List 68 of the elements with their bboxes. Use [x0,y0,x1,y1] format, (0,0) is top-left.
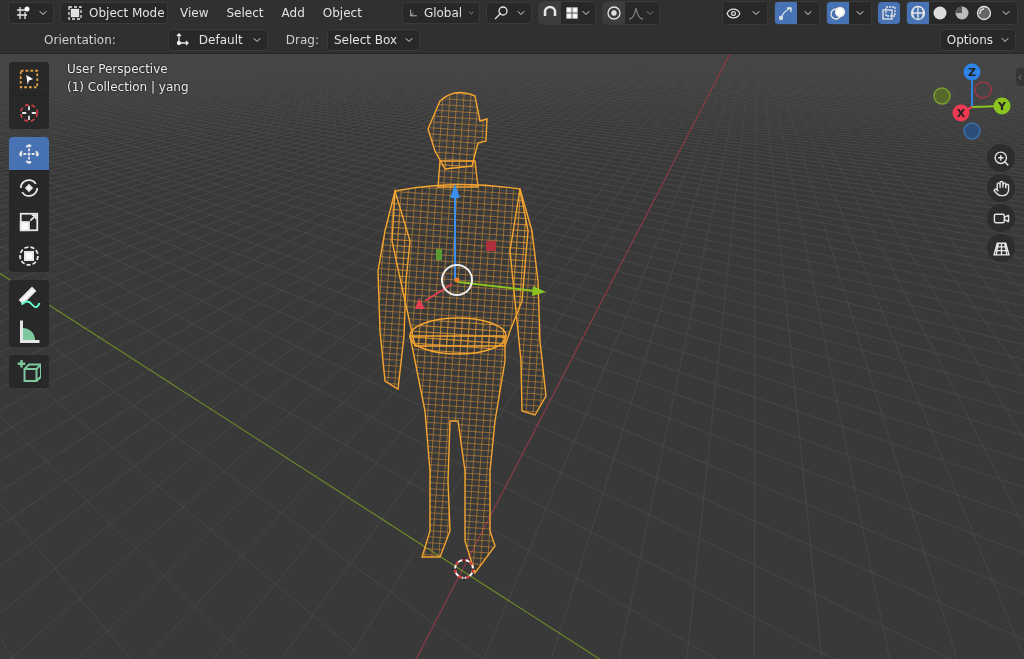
solid-sphere-icon [932,5,948,21]
drag-label: Drag: [285,32,319,47]
tool-button[interactable] [9,96,49,129]
menu-item[interactable]: Add [275,6,311,20]
rotate-icon [18,176,40,199]
chevron-icon [1016,72,1024,82]
material-sphere-icon [954,5,970,21]
drag-dropdown[interactable]: Select Box [327,28,421,51]
gizmos-toggle[interactable] [775,2,797,24]
axis-handle[interactable] [974,81,992,99]
rendered-sphere-icon [976,5,992,21]
overlays-icon [830,5,846,21]
gizmo-icon [778,5,794,21]
xray-toggle[interactable] [878,2,900,24]
transform-icon [18,244,40,267]
axis-handle[interactable]: Y [993,97,1011,115]
axis-handle[interactable] [933,87,951,105]
orientation-label: Orientation: [44,32,116,47]
falloff-curve-icon [627,5,644,21]
editor-type-button[interactable] [8,2,54,24]
proportional-toggle[interactable] [602,2,625,24]
orientation-dropdown[interactable]: Default [167,28,268,51]
tool-button[interactable] [9,314,49,347]
menu-item[interactable]: Object [316,6,368,20]
view-name: User Perspective [67,62,169,76]
ruler-icon [17,318,41,343]
tool-button[interactable] [9,62,49,95]
wireframe-sphere-icon [910,5,926,21]
gizmo-orientation-icon [174,31,191,48]
pencil-icon [17,284,41,309]
options-dropdown[interactable]: Options [939,28,1016,51]
overlays-toggle[interactable] [827,2,849,24]
tool-button[interactable] [9,239,49,272]
pivot-dropdown[interactable] [485,2,532,24]
pan-button[interactable] [987,174,1015,202]
xray-icon [881,5,897,21]
hand-icon [992,179,1010,197]
tool-button[interactable] [9,355,49,388]
snap-toggle[interactable] [538,2,561,24]
select-box-icon [18,67,40,90]
zoom-button[interactable] [987,144,1015,172]
tool-button[interactable] [9,205,49,238]
eye-icon [726,5,742,21]
mode-dropdown[interactable]: Object Mode [60,2,168,24]
cursor-icon [18,101,40,124]
tool-button[interactable] [9,171,49,204]
zoom-icon [992,149,1010,167]
viewport-icon [15,5,31,21]
3d-cursor [451,556,477,582]
menu-item[interactable]: View [174,6,215,20]
object-mode-icon [67,5,83,21]
perspective-button[interactable] [987,234,1015,262]
menu-item[interactable]: Select [220,6,270,20]
tool-button[interactable] [9,280,49,313]
collection-info: (1) Collection | yang [67,80,189,94]
perspective-grid-icon [992,239,1010,257]
add-cube-icon [17,359,41,384]
sidebar-toggle[interactable] [1016,68,1024,86]
orientation-dropdown[interactable]: Global [401,2,480,24]
snap-grid-icon [563,5,580,21]
transform-gizmo[interactable] [415,184,546,309]
axis-handle[interactable] [963,122,981,140]
axis-handle[interactable]: Z [963,63,981,81]
scale-icon [18,210,40,233]
camera-button[interactable] [987,204,1015,232]
axis-handle[interactable]: X [952,104,970,122]
proportional-icon [605,5,622,21]
move-icon [18,142,40,165]
